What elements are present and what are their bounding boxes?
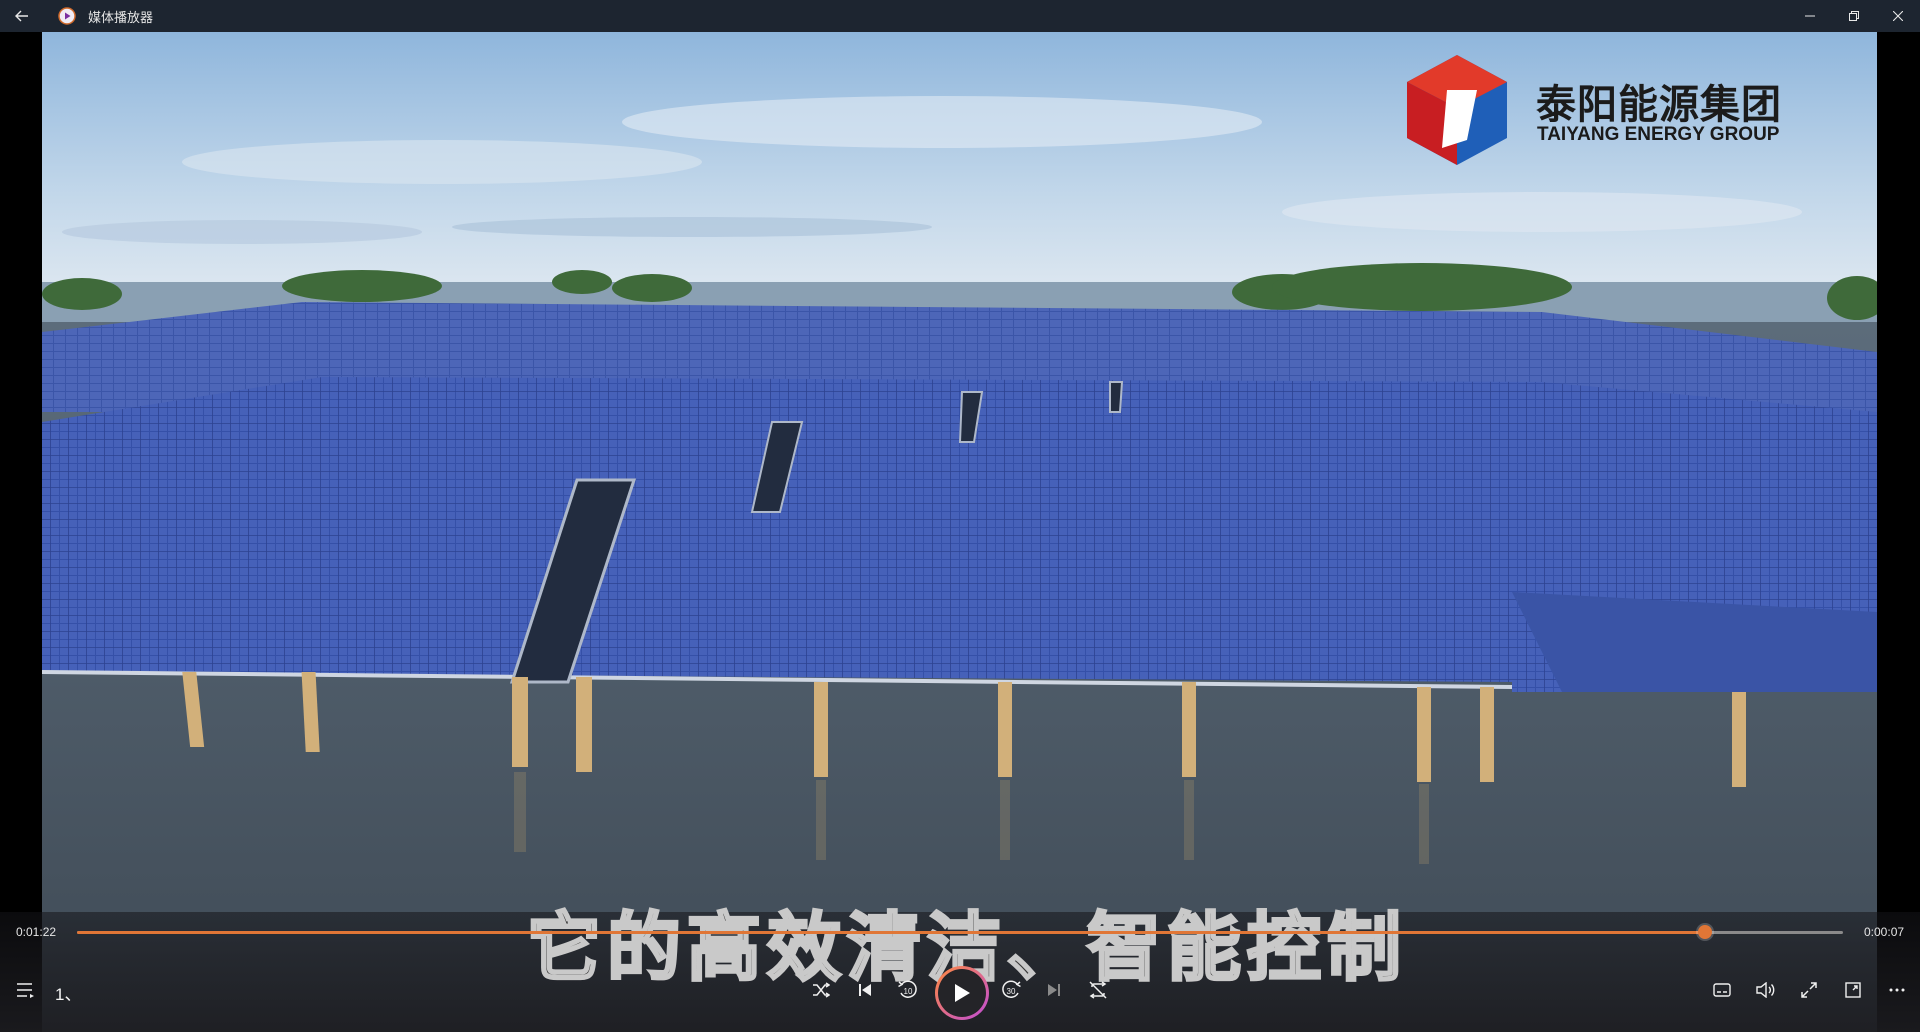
more-options-button[interactable]	[1879, 972, 1915, 1008]
playlist-label: 1、	[55, 985, 82, 1004]
title-bar: 媒体播放器	[0, 0, 1920, 32]
video-frame[interactable]: 泰阳能源集团 TAIYANG ENERGY GROUP	[42, 32, 1877, 1032]
previous-icon	[859, 984, 871, 996]
volume-button[interactable]	[1748, 972, 1784, 1008]
forward-30-icon: 30	[1002, 980, 1021, 998]
shuffle-button[interactable]	[803, 972, 839, 1008]
next-icon	[1048, 984, 1060, 996]
back-arrow-icon	[15, 10, 28, 22]
repeat-button[interactable]	[1080, 972, 1116, 1008]
media-player-icon	[58, 7, 76, 25]
captions-button[interactable]	[1704, 972, 1740, 1008]
elapsed-time: 0:01:22	[16, 925, 57, 939]
volume-icon	[1756, 982, 1775, 998]
close-icon	[1893, 11, 1903, 21]
rewind-10-button[interactable]: 10	[890, 972, 926, 1008]
minimize-button[interactable]	[1788, 0, 1832, 32]
rewind-10-label: 10	[904, 987, 913, 996]
window-title: 媒体播放器	[88, 9, 154, 25]
seek-bar[interactable]	[77, 925, 1843, 939]
repeat-off-icon	[1089, 981, 1107, 999]
solar-farm-scene	[42, 32, 1877, 1032]
mini-view-icon	[1845, 982, 1861, 998]
previous-button[interactable]	[847, 972, 883, 1008]
forward-30-label: 30	[1007, 987, 1016, 996]
restore-button[interactable]	[1832, 0, 1876, 32]
forward-30-button[interactable]: 30	[993, 972, 1029, 1008]
next-button[interactable]	[1036, 972, 1072, 1008]
fullscreen-icon	[1801, 982, 1817, 998]
brand-name-cn: 泰阳能源集团	[1536, 82, 1782, 128]
rewind-10-icon: 10	[898, 980, 917, 998]
seek-progress	[77, 931, 1706, 934]
close-button[interactable]	[1876, 0, 1920, 32]
minimize-icon	[1805, 15, 1815, 17]
play-button[interactable]	[935, 966, 989, 1020]
brand-logo	[1407, 55, 1507, 165]
more-options-icon	[1889, 988, 1905, 992]
captions-icon	[1713, 983, 1731, 997]
playlist-icon	[17, 983, 34, 998]
remaining-time: 0:00:07	[1864, 925, 1905, 939]
play-icon	[955, 984, 970, 1002]
shuffle-icon	[813, 982, 830, 998]
mini-view-button[interactable]	[1835, 972, 1871, 1008]
brand-name-en: TAIYANG ENERGY GROUP	[1537, 124, 1780, 145]
back-button[interactable]	[0, 0, 44, 32]
playlist-button[interactable]	[8, 972, 44, 1008]
fullscreen-button[interactable]	[1791, 972, 1827, 1008]
restore-icon	[1849, 11, 1859, 21]
